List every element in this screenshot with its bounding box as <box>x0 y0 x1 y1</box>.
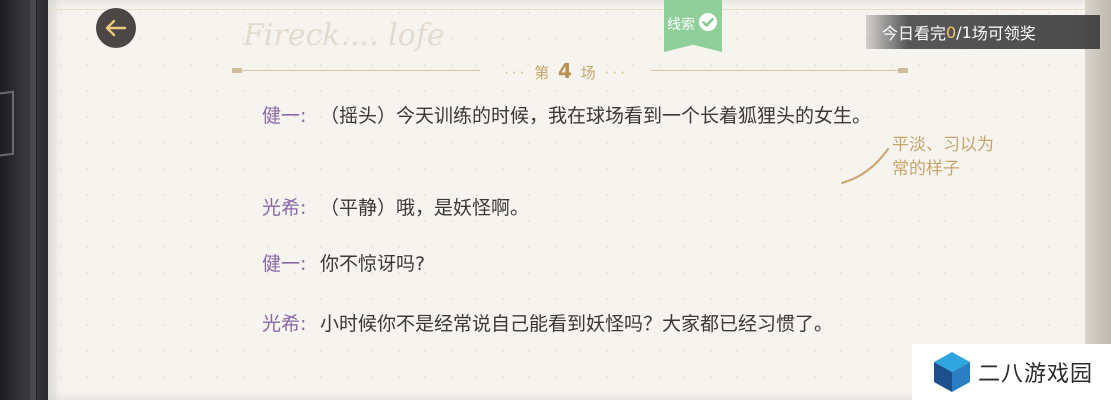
site-logo: 二八游戏园 <box>912 344 1111 400</box>
speaker-name: 健一: <box>262 253 307 275</box>
speaker-name: 光希: <box>262 197 307 219</box>
daily-reward-banner: 今日看完 0/1 场可领奖 <box>866 15 1100 49</box>
scene-line-cap-right <box>898 68 908 73</box>
annotation-text: 平淡、习以为常的样子 <box>892 135 994 179</box>
dialogue-text: 你不惊讶吗? <box>320 253 426 275</box>
right-frame <box>1085 0 1111 400</box>
reward-suffix: 场可领奖 <box>971 24 1036 43</box>
scene-title: ··· 第 4 场 ··· <box>486 58 646 86</box>
check-circle-icon <box>699 13 717 31</box>
scene-header: ··· 第 4 场 ··· <box>232 58 908 84</box>
scene-prefix: 第 <box>534 64 552 82</box>
scene-number: 4 <box>558 59 574 83</box>
speaker-name: 光希: <box>262 313 307 335</box>
clue-tab[interactable]: 线索 <box>664 0 722 52</box>
watermark-script: Fireck.... lofe <box>243 18 445 53</box>
scene-dots-left: ··· <box>504 64 528 82</box>
annotation-stroke-icon <box>841 148 889 184</box>
scene-line-left <box>232 70 480 71</box>
logo-text: 二八游戏园 <box>978 362 1094 387</box>
margin-annotation: 平淡、习以为常的样子 <box>840 133 1010 193</box>
reward-done-count: 0 <box>946 22 957 42</box>
speaker-name: 健一: <box>262 105 307 127</box>
dialogue-text: （平静）哦，是妖怪啊。 <box>320 197 530 219</box>
scene-dots-right: ··· <box>604 64 628 82</box>
top-divider <box>48 9 1098 10</box>
dialogue-text: 小时候你不是经常说自己能看到妖怪吗？大家都已经习惯了。 <box>320 313 834 335</box>
back-button[interactable] <box>96 8 136 48</box>
reward-total: /1 <box>956 22 972 42</box>
cube-logo-icon <box>934 352 970 392</box>
frame-hex-ornament <box>0 90 14 158</box>
scene-line-cap-left <box>232 68 242 73</box>
dialogue-text: （摇头）今天训练的时候，我在球场看到一个长着狐狸头的女生。 <box>320 105 872 127</box>
scene-suffix: 场 <box>580 64 598 82</box>
back-arrow-icon <box>105 19 127 37</box>
scene-line-right <box>650 70 908 71</box>
frame-rail <box>30 0 37 400</box>
clue-tab-label: 线索 <box>667 17 695 33</box>
left-frame <box>0 0 48 400</box>
reward-prefix: 今日看完 <box>882 24 947 43</box>
